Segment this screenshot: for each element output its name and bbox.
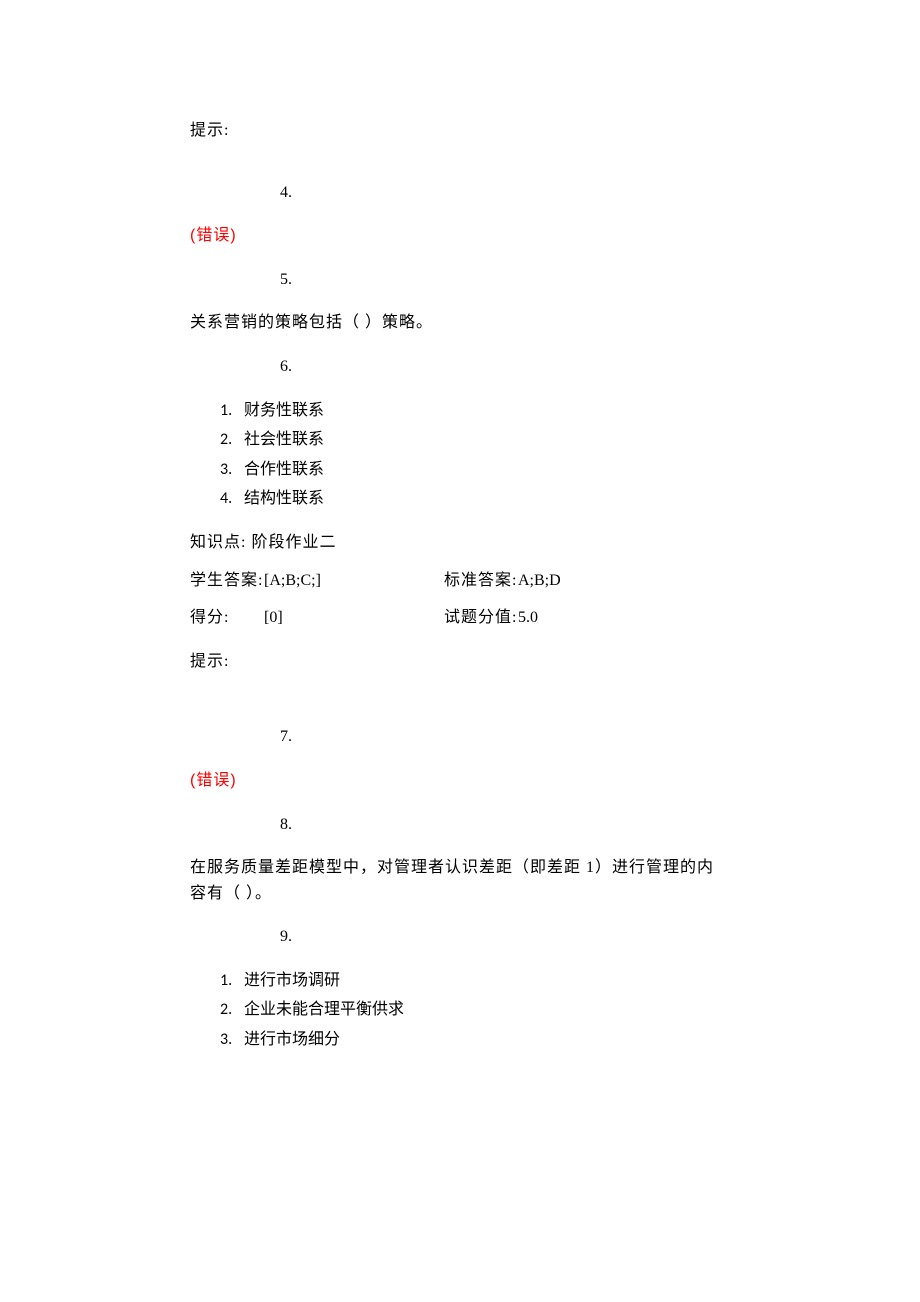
- option-text: 进行市场调研: [244, 971, 340, 990]
- list-item: 4.结构性联系: [190, 486, 730, 512]
- question-text-2: 在服务质量差距模型中，对管理者认识差距（即差距 1）进行管理的内容有（ ）。: [190, 855, 730, 906]
- standard-answer-label: 标准答案:: [444, 568, 518, 594]
- section-number-6: 6.: [190, 354, 730, 380]
- student-answer-value: [A;B;C;]: [264, 568, 444, 594]
- option-number: 3.: [220, 1027, 244, 1053]
- options-list-1: 1.财务性联系 2.社会性联系 3.合作性联系 4.结构性联系: [190, 398, 730, 512]
- answer-row: 学生答案: [A;B;C;] 标准答案: A;B;D: [190, 568, 730, 594]
- list-item: 2.社会性联系: [190, 427, 730, 453]
- option-text: 财务性联系: [244, 401, 324, 420]
- knowledge-value: 阶段作业二: [251, 534, 336, 551]
- section-number-8: 8.: [190, 812, 730, 838]
- score-label: 得分:: [190, 605, 264, 631]
- score-value: [0]: [264, 605, 444, 631]
- option-number: 4.: [220, 486, 244, 512]
- list-item: 1.财务性联系: [190, 398, 730, 424]
- option-number: 1.: [220, 968, 244, 994]
- score-row: 得分: [0] 试题分值: 5.0: [190, 605, 730, 631]
- student-answer-label: 学生答案:: [190, 568, 264, 594]
- question-score-label: 试题分值:: [444, 605, 518, 631]
- section-number-9: 9.: [190, 924, 730, 950]
- section-number-5: 5.: [190, 267, 730, 293]
- list-item: 3.合作性联系: [190, 457, 730, 483]
- question-text-1: 关系营销的策略包括（ ）策略。: [190, 310, 730, 336]
- list-item: 1.进行市场调研: [190, 968, 730, 994]
- standard-answer-value: A;B;D: [518, 568, 561, 594]
- option-number: 2.: [220, 427, 244, 453]
- hint-label: 提示:: [190, 649, 730, 675]
- options-list-2: 1.进行市场调研 2.企业未能合理平衡供求 3.进行市场细分: [190, 968, 730, 1053]
- error-status: (错误): [190, 768, 730, 794]
- option-text: 合作性联系: [244, 460, 324, 479]
- question-score-value: 5.0: [518, 605, 538, 631]
- list-item: 3.进行市场细分: [190, 1027, 730, 1053]
- option-number: 3.: [220, 457, 244, 483]
- knowledge-label: 知识点:: [190, 534, 246, 551]
- section-number-7: 7.: [190, 724, 730, 750]
- option-text: 结构性联系: [244, 489, 324, 508]
- option-text: 进行市场细分: [244, 1030, 340, 1049]
- section-number-4: 4.: [190, 180, 730, 206]
- error-status: (错误): [190, 223, 730, 249]
- hint-label: 提示:: [190, 118, 730, 144]
- knowledge-row: 知识点: 阶段作业二: [190, 530, 730, 556]
- list-item: 2.企业未能合理平衡供求: [190, 997, 730, 1023]
- option-number: 1.: [220, 398, 244, 424]
- option-text: 企业未能合理平衡供求: [244, 1000, 404, 1019]
- option-number: 2.: [220, 997, 244, 1023]
- option-text: 社会性联系: [244, 430, 324, 449]
